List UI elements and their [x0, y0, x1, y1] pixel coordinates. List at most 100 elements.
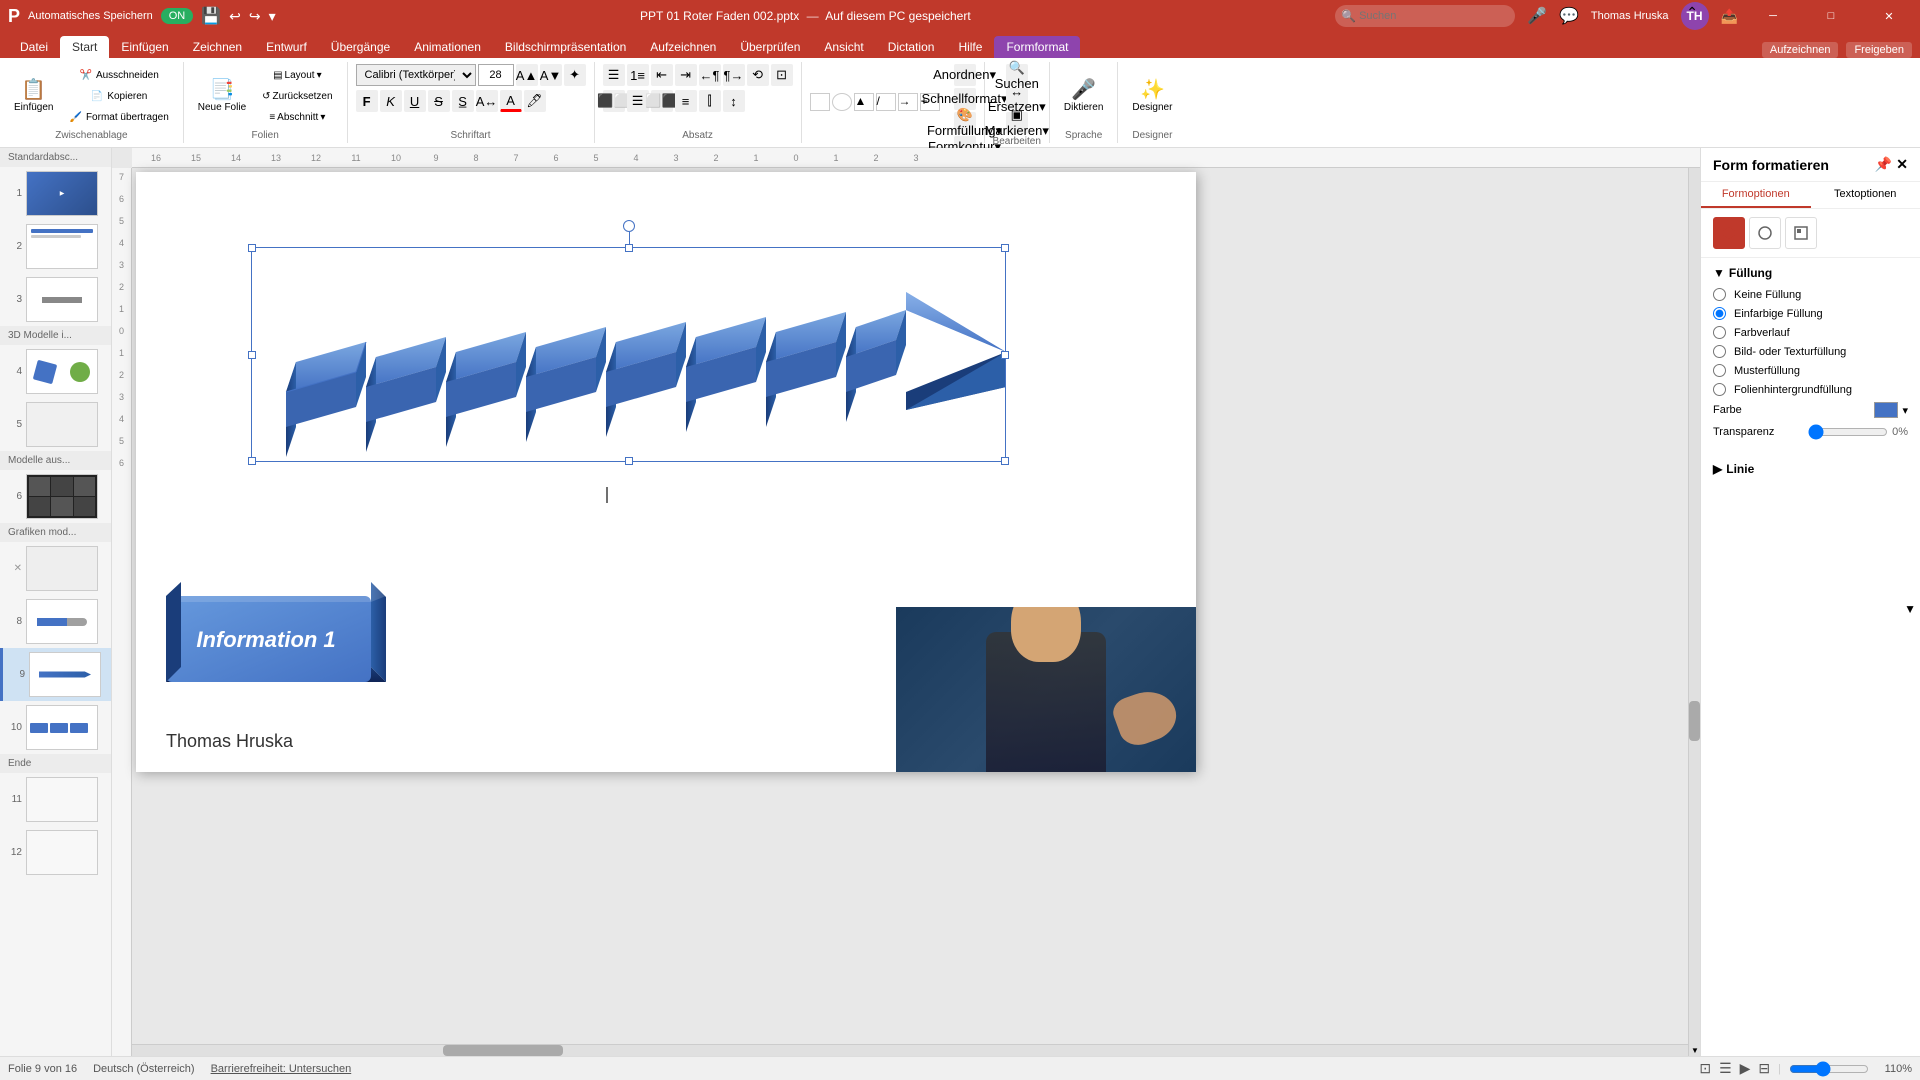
fill-option-pattern[interactable]: Musterfüllung: [1713, 364, 1908, 377]
sidebar-icon-size[interactable]: [1785, 217, 1817, 249]
sidebar-tab-formoptionen[interactable]: Formoptionen: [1701, 182, 1811, 208]
tab-hilfe[interactable]: Hilfe: [946, 36, 994, 58]
fill-option-gradient[interactable]: Farbverlauf: [1713, 326, 1908, 339]
zoom-level[interactable]: 110%: [1877, 1063, 1912, 1075]
ltr-btn[interactable]: ¶→: [723, 64, 745, 86]
tab-ansicht[interactable]: Ansicht: [812, 36, 875, 58]
font-increase-btn[interactable]: A▲: [516, 64, 538, 86]
slide-8[interactable]: 8: [0, 595, 111, 648]
toolbar-more[interactable]: ▾: [269, 8, 276, 25]
shape-line[interactable]: /: [876, 93, 896, 111]
shape-triangle[interactable]: ▲: [854, 93, 874, 111]
slide-7[interactable]: ✕: [0, 542, 111, 595]
layout-btn[interactable]: ▤ Layout ▾: [256, 66, 338, 85]
rtl-btn[interactable]: ←¶: [699, 64, 721, 86]
increase-indent-btn[interactable]: ⇥: [675, 64, 697, 86]
fill-btn[interactable]: 🎨Formfüllung▾: [954, 112, 976, 134]
h-scrollbar-thumb[interactable]: [443, 1045, 563, 1056]
slide-4[interactable]: 4: [0, 345, 111, 398]
view-normal-icon[interactable]: ⊡: [1699, 1060, 1711, 1077]
maximize-button[interactable]: □: [1808, 0, 1854, 32]
info-button[interactable]: Information 1: [166, 552, 386, 692]
linie-header[interactable]: ▶ Linie: [1713, 462, 1908, 476]
char-spacing-btn[interactable]: A↔: [476, 90, 498, 112]
einfuegen-btn[interactable]: 📋 Einfügen: [8, 76, 59, 117]
comments-icon[interactable]: 💬: [1559, 6, 1579, 26]
tab-dictation[interactable]: Dictation: [876, 36, 947, 58]
bullet-list-btn[interactable]: ☰: [603, 64, 625, 86]
toolbar-save[interactable]: 💾: [201, 6, 221, 26]
smartart-btn[interactable]: ⊡: [771, 64, 793, 86]
justify-btn[interactable]: ≡: [675, 90, 697, 112]
font-decrease-btn[interactable]: A▼: [540, 64, 562, 86]
toolbar-redo[interactable]: ↪: [249, 8, 261, 25]
view-slideshow-icon[interactable]: ▶: [1740, 1060, 1751, 1077]
view-presenter-icon[interactable]: ⊟: [1758, 1060, 1770, 1077]
fill-option-texture[interactable]: Bild- oder Texturfüllung: [1713, 345, 1908, 358]
underline-btn[interactable]: U: [404, 90, 426, 112]
search-input[interactable]: [1335, 5, 1515, 27]
font-size-input[interactable]: [478, 64, 514, 86]
dictation-icon[interactable]: 🎤: [1527, 6, 1547, 26]
sidebar-icon-effects[interactable]: [1749, 217, 1781, 249]
fill-option-solid[interactable]: Einfarbige Füllung: [1713, 307, 1908, 320]
zuruecksetzen-btn[interactable]: ↺ Zurücksetzen: [256, 87, 338, 106]
ribbon-collapse-btn[interactable]: ⌃: [1686, 4, 1698, 21]
vertical-scrollbar[interactable]: ▼: [1688, 168, 1700, 1056]
fill-option-background[interactable]: Folienhintergrundfüllung: [1713, 383, 1908, 396]
tab-einfuegen[interactable]: Einfügen: [109, 36, 180, 58]
transparenz-slider[interactable]: [1808, 424, 1888, 440]
tab-animationen[interactable]: Animationen: [402, 36, 493, 58]
horizontal-scrollbar[interactable]: [132, 1044, 1688, 1056]
share-icon[interactable]: 📤: [1721, 8, 1738, 25]
arrange-btn[interactable]: Anordnen▾: [954, 64, 976, 86]
shape-rect[interactable]: [810, 93, 830, 111]
highlight-btn[interactable]: 🖊: [524, 90, 546, 112]
tab-bildschirm[interactable]: Bildschirmpräsentation: [493, 36, 638, 58]
numbered-list-btn[interactable]: 1≡: [627, 64, 649, 86]
columns-btn[interactable]: ⫿: [699, 90, 721, 112]
fuellung-header[interactable]: ▼ Füllung: [1713, 266, 1908, 280]
slide-6[interactable]: 6: [0, 470, 111, 523]
line-spacing-btn[interactable]: ↕: [723, 90, 745, 112]
align-left-btn[interactable]: ⬛⬜: [603, 90, 625, 112]
sidebar-icon-fill[interactable]: [1713, 217, 1745, 249]
sidebar-close-btn[interactable]: ✕: [1896, 156, 1908, 173]
tab-aufzeichnen[interactable]: Aufzeichnen: [638, 36, 728, 58]
font-name-select[interactable]: Calibri (Textkörper): [356, 64, 476, 86]
slide-1[interactable]: 1 ▶: [0, 167, 111, 220]
kopieren-btn[interactable]: 📄 Kopieren: [63, 87, 174, 106]
toolbar-undo[interactable]: ↩: [229, 8, 241, 25]
close-button[interactable]: ✕: [1866, 0, 1912, 32]
tab-datei[interactable]: Datei: [8, 36, 60, 58]
font-color-btn[interactable]: A: [500, 90, 522, 112]
sidebar-scroll-down[interactable]: ▼: [1904, 602, 1916, 616]
slide-arrow-shape[interactable]: [256, 252, 1006, 462]
autosave-toggle[interactable]: ON: [161, 8, 194, 24]
format-btn[interactable]: 🖌️ Format übertragen: [63, 108, 174, 127]
tab-zeichnen[interactable]: Zeichnen: [181, 36, 254, 58]
align-right-btn[interactable]: ⬜⬛: [651, 90, 673, 112]
shape-arrow[interactable]: →: [898, 93, 918, 111]
search-box[interactable]: 🔍: [1335, 5, 1515, 27]
freigeben-btn[interactable]: Freigeben: [1846, 42, 1912, 58]
slide-3[interactable]: 3: [0, 273, 111, 326]
slide-9[interactable]: 9: [0, 648, 111, 701]
tab-uebergaenge[interactable]: Übergänge: [319, 36, 402, 58]
color-picker-btn[interactable]: [1874, 402, 1898, 418]
color-dropdown-icon[interactable]: ▾: [1902, 404, 1908, 417]
scroll-down-btn[interactable]: ▼: [1689, 1044, 1700, 1056]
slide-canvas[interactable]: Information 1 Thomas Hruska: [136, 172, 1196, 772]
shape-ellipse[interactable]: [832, 93, 852, 111]
sidebar-pin-icon[interactable]: 📌: [1875, 156, 1892, 173]
markieren-btn[interactable]: ▣ Markieren▾: [1006, 112, 1028, 134]
clear-format-btn[interactable]: ✦: [564, 64, 586, 86]
neue-folie-btn[interactable]: 📑 Neue Folie: [192, 76, 252, 117]
slide-10[interactable]: 10: [0, 701, 111, 754]
minimize-button[interactable]: ─: [1750, 0, 1796, 32]
ausschneiden-btn[interactable]: ✂️ Ausschneiden: [63, 66, 174, 85]
scrollbar-thumb[interactable]: [1689, 701, 1700, 741]
tab-formformat[interactable]: Formformat: [994, 36, 1080, 58]
slide-12[interactable]: 12: [0, 826, 111, 879]
designer-btn[interactable]: ✨ Designer: [1126, 76, 1178, 117]
